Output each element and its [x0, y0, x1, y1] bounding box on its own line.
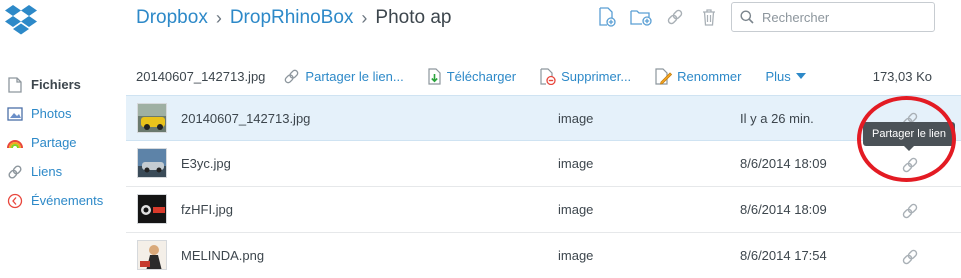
sharing-icon	[7, 135, 23, 151]
file-modified: 8/6/2014 18:09	[740, 156, 827, 171]
file-type: image	[558, 248, 594, 263]
search-input[interactable]	[762, 9, 922, 25]
delete-action[interactable]: Supprimer...	[540, 67, 632, 85]
sidebar-item-label: Événements	[31, 193, 104, 208]
file-row[interactable]: 20140607_142713.jpg image Il y a 26 min.	[126, 95, 961, 141]
selected-file-size: 173,03 Ko	[872, 68, 932, 84]
search-box[interactable]	[731, 2, 935, 32]
breadcrumb-root-link[interactable]: Dropbox	[136, 7, 208, 29]
sidebar-item-label: Photos	[31, 106, 72, 121]
new-folder-button[interactable]	[624, 6, 658, 28]
trash-icon	[702, 8, 716, 26]
share-link-tooltip: Partager le lien	[863, 122, 955, 151]
file-thumbnail	[137, 240, 167, 270]
download-label: Télécharger	[446, 68, 517, 84]
share-link-action[interactable]: Partager le lien...	[283, 68, 404, 85]
file-modified: 8/6/2014 17:54	[740, 248, 827, 263]
breadcrumb-current: Photo ap	[375, 7, 452, 28]
file-type: image	[558, 156, 594, 171]
files-icon	[7, 76, 23, 93]
sidebar-item-sharing[interactable]: Partage	[0, 128, 125, 157]
file-row[interactable]: fzHFI.jpg image 8/6/2014 18:09	[126, 187, 961, 233]
share-link-icon[interactable]	[901, 248, 919, 266]
more-label: Plus	[765, 68, 791, 84]
rename-icon	[655, 67, 673, 85]
events-icon	[7, 193, 23, 209]
dropbox-logo[interactable]	[4, 4, 38, 36]
sidebar-item-label: Liens	[31, 164, 63, 179]
selection-toolbar: 20140607_142713.jpg Partager le lien... …	[136, 62, 936, 90]
breadcrumb: Dropbox › DropRhinoBox › Photo ap	[136, 5, 451, 31]
delete-icon	[540, 67, 556, 85]
header-actions	[590, 6, 726, 28]
more-dropdown[interactable]: Plus	[765, 68, 806, 84]
file-thumbnail	[137, 103, 167, 133]
file-modified: Il y a 26 min.	[740, 111, 814, 126]
file-thumbnail	[137, 148, 167, 178]
sidebar-item-links[interactable]: Liens	[0, 157, 125, 186]
file-type: image	[558, 111, 594, 126]
download-icon	[428, 67, 442, 85]
new-folder-icon	[630, 8, 652, 26]
share-link-icon[interactable]	[901, 202, 919, 220]
upload-file-icon	[598, 7, 616, 27]
file-row[interactable]: E3yc.jpg image 8/6/2014 18:09	[126, 141, 961, 187]
sidebar-item-events[interactable]: Événements	[0, 186, 125, 215]
delete-button[interactable]	[692, 6, 726, 28]
share-link-icon[interactable]	[901, 156, 919, 174]
file-list: 20140607_142713.jpg image Il y a 26 min.…	[126, 95, 961, 278]
sidebar-item-label: Fichiers	[31, 77, 81, 92]
photos-icon	[7, 106, 23, 122]
sidebar-nav: Fichiers Photos Partage Liens Événements	[0, 70, 125, 215]
file-thumbnail	[137, 194, 167, 224]
chevron-down-icon	[795, 73, 806, 79]
sidebar-item-files[interactable]: Fichiers	[0, 70, 125, 99]
file-name: fzHFI.jpg	[181, 202, 234, 217]
link-icon	[283, 68, 300, 85]
links-icon	[7, 164, 23, 180]
share-link-label: Partager le lien...	[305, 68, 404, 84]
file-name: 20140607_142713.jpg	[181, 111, 311, 126]
file-name: MELINDA.png	[181, 248, 265, 263]
sidebar-item-label: Partage	[31, 135, 77, 150]
rename-action[interactable]: Renommer	[655, 67, 742, 85]
search-icon	[740, 10, 754, 24]
share-link-button[interactable]	[658, 6, 692, 28]
sidebar-item-photos[interactable]: Photos	[0, 99, 125, 128]
download-action[interactable]: Télécharger	[428, 67, 517, 85]
file-row[interactable]: MELINDA.png image 8/6/2014 17:54	[126, 233, 961, 278]
breadcrumb-folder-link[interactable]: DropRhinoBox	[230, 7, 354, 29]
file-type: image	[558, 202, 594, 217]
delete-label: Supprimer...	[561, 68, 632, 84]
breadcrumb-separator: ›	[361, 7, 368, 28]
file-name: E3yc.jpg	[181, 156, 231, 171]
upload-file-button[interactable]	[590, 6, 624, 28]
selected-file-name: 20140607_142713.jpg	[136, 68, 266, 84]
rename-label: Renommer	[677, 68, 742, 84]
breadcrumb-separator: ›	[215, 7, 222, 28]
link-icon	[666, 8, 684, 26]
file-modified: 8/6/2014 18:09	[740, 202, 827, 217]
